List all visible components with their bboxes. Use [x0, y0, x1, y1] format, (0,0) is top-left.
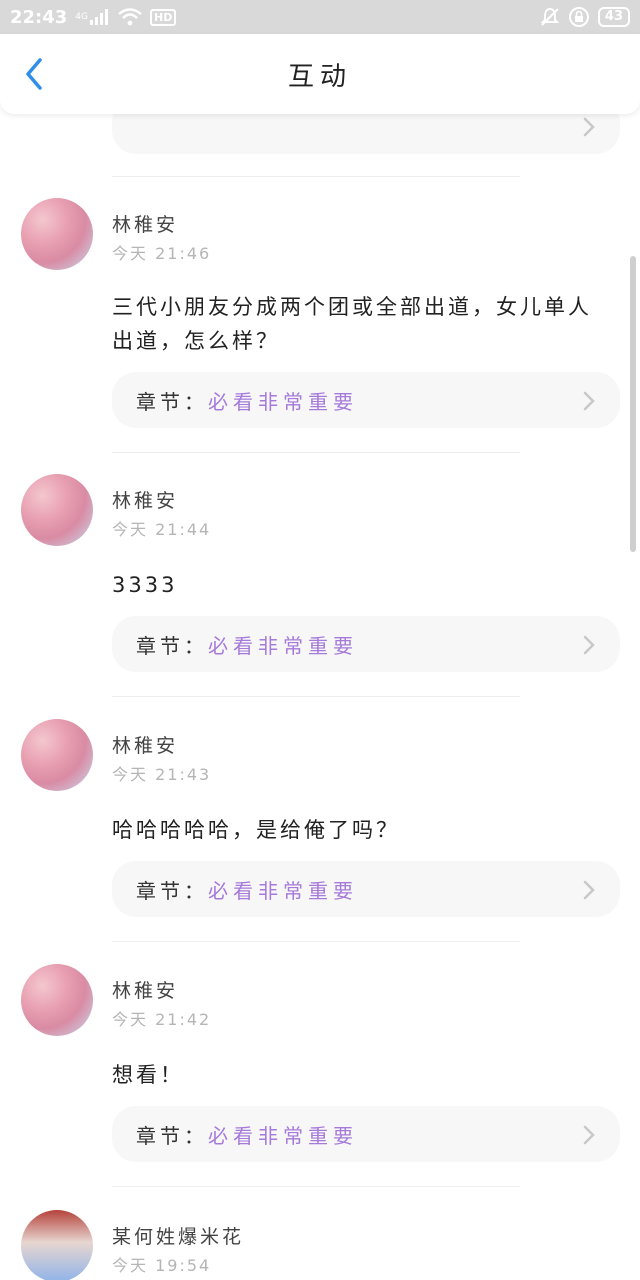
- avatar[interactable]: [21, 474, 93, 546]
- scrollbar[interactable]: [630, 256, 636, 552]
- chapter-label: 章节：: [136, 389, 208, 414]
- status-right: 43: [540, 6, 630, 28]
- chapter-card[interactable]: 章节： 必看非常重要: [112, 1106, 620, 1162]
- avatar[interactable]: [21, 964, 93, 1036]
- avatar[interactable]: [21, 1210, 93, 1280]
- wifi-icon: [118, 8, 142, 26]
- comment-text: 3333: [112, 573, 178, 597]
- chevron-right-icon: [582, 390, 596, 412]
- chapter-name: 必看非常重要: [208, 633, 358, 658]
- back-button[interactable]: [20, 56, 50, 92]
- chapter-card[interactable]: 章节： 必看非常重要: [112, 616, 620, 672]
- mute-bell-icon: [540, 7, 560, 27]
- chapter-label: 章节：: [136, 633, 208, 658]
- divider: [112, 696, 520, 697]
- comment-timestamp: 今天 21:44: [112, 520, 212, 539]
- comment-username[interactable]: 林稚安: [112, 486, 178, 513]
- chevron-right-icon: [582, 634, 596, 656]
- comment-username[interactable]: 林稚安: [112, 210, 178, 237]
- hd-icon: HD: [150, 8, 177, 26]
- chapter-label: 章节：: [136, 1123, 208, 1148]
- signal-icon: 4G: [75, 9, 110, 25]
- comment-text: 哈哈哈哈哈，是给俺了吗？: [112, 818, 400, 842]
- chapter-card-partial[interactable]: [112, 114, 620, 154]
- comment-feed[interactable]: 林稚安 今天 21:46 三代小朋友分成两个团或全部出道，女儿单人出道，怎么样？…: [0, 114, 640, 1280]
- divider: [112, 452, 520, 453]
- chapter-card[interactable]: 章节： 必看非常重要: [112, 372, 620, 428]
- comment-text: 三代小朋友分成两个团或全部出道，女儿单人出道，怎么样？: [112, 295, 592, 353]
- avatar[interactable]: [21, 719, 93, 791]
- chapter-label: 章节：: [136, 878, 208, 903]
- chevron-left-icon: [26, 58, 42, 90]
- chevron-right-icon: [582, 1124, 596, 1146]
- status-left: 22:43 4G HD: [10, 6, 177, 28]
- network-type: 4G: [75, 12, 88, 22]
- chapter-name: 必看非常重要: [208, 389, 358, 414]
- top-nav-bar: 互动: [0, 34, 640, 114]
- chapter-name: 必看非常重要: [208, 1123, 358, 1148]
- battery-indicator: 43: [597, 7, 630, 27]
- lock-rotation-icon: [568, 6, 590, 28]
- comment-username[interactable]: 某何姓爆米花: [112, 1222, 244, 1249]
- chevron-right-icon: [582, 879, 596, 901]
- chapter-name: 必看非常重要: [208, 878, 358, 903]
- page-title: 互动: [287, 61, 352, 92]
- status-time: 22:43: [10, 6, 68, 28]
- comment-timestamp: 今天 21:46: [112, 244, 212, 263]
- comment-text: 想看！: [112, 1063, 184, 1087]
- comment-timestamp: 今天 21:43: [112, 765, 212, 784]
- chevron-right-icon: [582, 116, 596, 138]
- status-bar: 22:43 4G HD 43: [0, 0, 640, 34]
- comment-timestamp: 今天 19:54: [112, 1256, 212, 1275]
- divider: [112, 176, 520, 177]
- avatar[interactable]: [21, 198, 93, 270]
- comment-timestamp: 今天 21:42: [112, 1010, 212, 1029]
- divider: [112, 941, 520, 942]
- divider: [112, 1186, 520, 1187]
- chapter-card[interactable]: 章节： 必看非常重要: [112, 861, 620, 917]
- comment-username[interactable]: 林稚安: [112, 731, 178, 758]
- comment-username[interactable]: 林稚安: [112, 976, 178, 1003]
